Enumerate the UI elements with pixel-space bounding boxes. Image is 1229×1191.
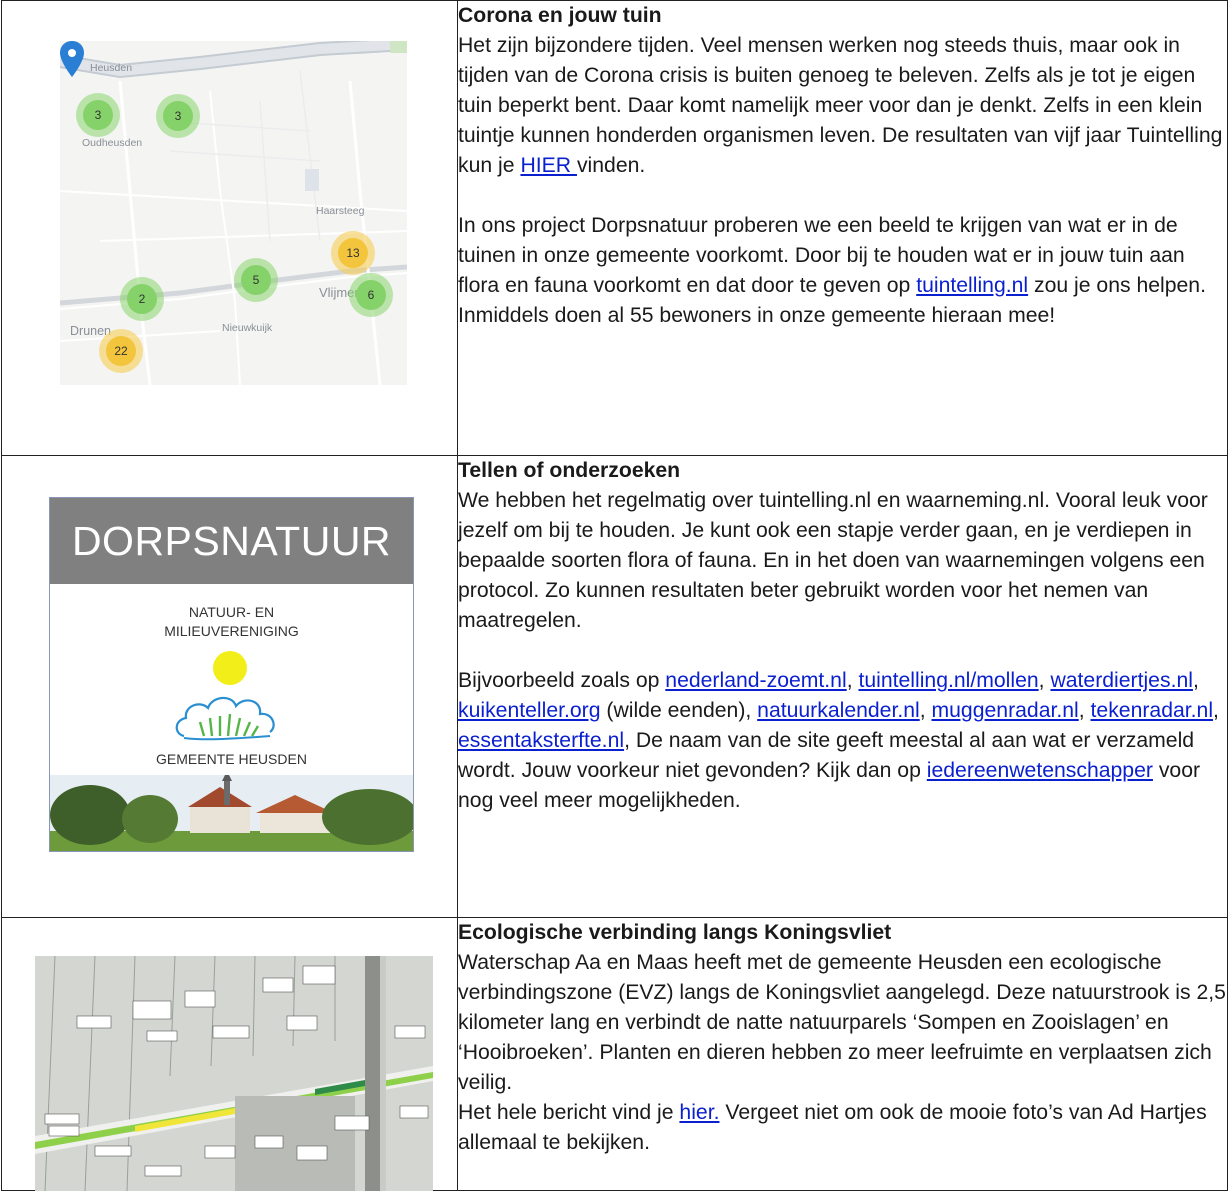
- tuintelling-link[interactable]: tuintelling.nl: [916, 274, 1028, 297]
- link-tuintelling-mollen[interactable]: tuintelling.nl/mollen: [858, 669, 1038, 692]
- map-place-label: Heusden: [90, 62, 133, 74]
- map-cluster-marker[interactable]: 2: [120, 277, 164, 321]
- article-paragraph: Het hele bericht vind je hier. Vergeet n…: [458, 1098, 1227, 1158]
- dorpsnatuur-logo: DORPSNATUUR NATUUR- EN MILIEUVERENIGING …: [49, 497, 414, 852]
- separator: ,: [1078, 699, 1091, 722]
- map-cluster-marker[interactable]: 22: [99, 329, 143, 373]
- link-iedereenwetenschapper[interactable]: iedereenwetenschapper: [927, 759, 1153, 782]
- map-place-label: Oudheusden: [82, 137, 143, 149]
- map-cluster-marker[interactable]: 13: [331, 231, 375, 275]
- cluster-count: 13: [338, 238, 368, 268]
- articles-table: Heusden Oudheusden Haarsteeg Nieuwkuijk …: [1, 0, 1228, 1191]
- link-muggenradar[interactable]: muggenradar.nl: [932, 699, 1079, 722]
- paragraph-text: Het hele bericht vind je: [458, 1101, 680, 1124]
- map-pin-icon: [60, 41, 84, 77]
- link-essentaksterfte[interactable]: essentaksterfte.nl: [458, 729, 624, 752]
- article-paragraph: Bijvoorbeeld zoals op nederland-zoemt.nl…: [458, 666, 1227, 816]
- logo-line: GEMEENTE HEUSDEN: [156, 751, 307, 767]
- article-paragraph: In ons project Dorpsnatuur proberen we e…: [458, 211, 1227, 331]
- article-text-cell: Tellen of onderzoeken We hebben het rege…: [457, 455, 1228, 918]
- separator: ,: [1038, 669, 1051, 692]
- map-cluster-marker[interactable]: 3: [76, 93, 120, 137]
- paragraph-text: (wilde eenden),: [600, 699, 758, 722]
- sun-icon: [213, 651, 247, 685]
- image-cell: [1, 917, 458, 1191]
- article-title: Tellen of onderzoeken: [458, 459, 681, 482]
- cluster-count: 3: [83, 100, 113, 130]
- logo-line: MILIEUVERENIGING: [164, 623, 299, 639]
- paragraph-text: vinden.: [576, 154, 646, 177]
- article-text-cell: Ecologische verbinding langs Koningsvlie…: [457, 917, 1228, 1191]
- link-nederland-zoemt[interactable]: nederland-zoemt.nl: [665, 669, 846, 692]
- logo-line: NATUUR- EN: [188, 604, 275, 620]
- cluster-count: 6: [356, 280, 386, 310]
- separator: ,: [919, 699, 932, 722]
- link-kuikenteller[interactable]: kuikenteller.org: [458, 699, 601, 722]
- link-waterdiertjes[interactable]: waterdiertjes.nl: [1050, 669, 1193, 692]
- article-title: Ecologische verbinding langs Koningsvlie…: [458, 921, 892, 944]
- article-paragraph: Waterschap Aa en Maas heeft met de gemee…: [458, 951, 1226, 1094]
- village-photo: [50, 775, 413, 851]
- hier-link[interactable]: HIER: [520, 154, 577, 177]
- separator: ,: [1192, 669, 1199, 692]
- separator: ,: [1213, 699, 1219, 722]
- plan-drawing: [35, 956, 433, 1191]
- article-row: DORPSNATUUR NATUUR- EN MILIEUVERENIGING …: [1, 455, 1228, 918]
- cluster-count: 5: [241, 265, 271, 295]
- cluster-count: 22: [106, 336, 136, 366]
- map-cluster-marker[interactable]: 6: [349, 273, 393, 317]
- article-paragraph: We hebben het regelmatig over tuintellin…: [458, 489, 1208, 632]
- map-place-label: Haarsteeg: [316, 205, 365, 217]
- article-row: Ecologische verbinding langs Koningsvlie…: [1, 917, 1228, 1191]
- article-text-cell: Corona en jouw tuin Het zijn bijzondere …: [457, 0, 1228, 456]
- map-cluster-marker[interactable]: 5: [234, 258, 278, 302]
- paragraph-text: Bijvoorbeeld zoals op: [458, 669, 666, 692]
- logo-title: DORPSNATUUR: [50, 498, 413, 584]
- article-title: Corona en jouw tuin: [458, 4, 662, 27]
- cluster-count: 2: [127, 284, 157, 314]
- image-cell: Heusden Oudheusden Haarsteeg Nieuwkuijk …: [1, 0, 458, 456]
- hier-link[interactable]: hier.: [679, 1101, 719, 1124]
- image-cell: DORPSNATUUR NATUUR- EN MILIEUVERENIGING …: [1, 455, 458, 918]
- map-image: Heusden Oudheusden Haarsteeg Nieuwkuijk …: [60, 41, 407, 385]
- article-paragraph: Het zijn bijzondere tijden. Veel mensen …: [458, 31, 1227, 181]
- map-place-label: Nieuwkuijk: [222, 322, 273, 334]
- link-natuurkalender[interactable]: natuurkalender.nl: [757, 699, 920, 722]
- cluster-count: 3: [163, 101, 193, 131]
- link-tekenradar[interactable]: tekenradar.nl: [1091, 699, 1214, 722]
- map-cluster-marker[interactable]: 3: [156, 94, 200, 138]
- cloud-grass-icon: [175, 696, 275, 741]
- article-row: Heusden Oudheusden Haarsteeg Nieuwkuijk …: [1, 0, 1228, 456]
- separator: ,: [846, 669, 859, 692]
